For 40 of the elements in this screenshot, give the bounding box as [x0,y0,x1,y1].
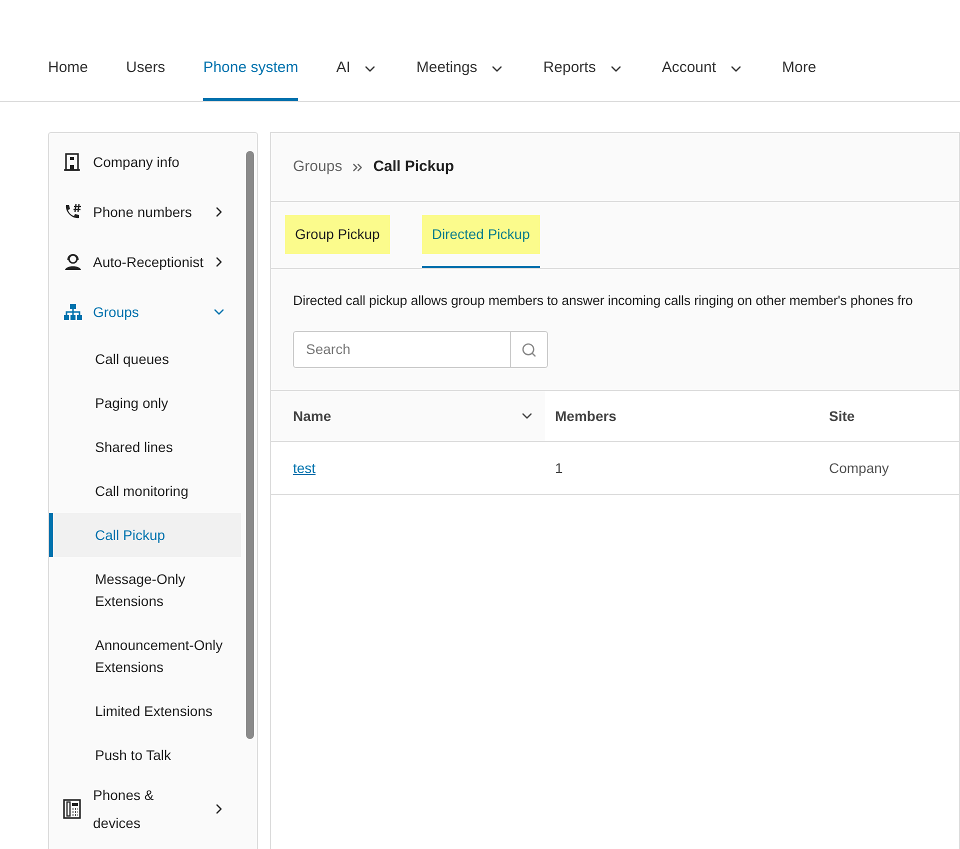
sidebar-subitem[interactable]: Limited Extensions [49,689,241,733]
nav-tab[interactable]: AI [336,36,378,101]
sidebar-subitem[interactable]: Push to Talk [49,733,241,777]
column-header[interactable]: Name [271,391,545,442]
nav-tab[interactable]: Home [48,36,88,101]
sidebar-subitem[interactable]: Announcement-Only Extensions [49,623,241,689]
phone-icon [63,203,83,221]
nav-tab[interactable]: Users [126,36,166,101]
breadcrumb-current: Call Pickup [373,156,454,177]
sidebar-subitem[interactable]: Call Pickup [49,513,241,557]
table-cell-text: Company [829,458,889,478]
table-cell-text: 1 [555,458,563,478]
column-header[interactable]: Site [819,391,959,442]
group-link[interactable]: test [293,458,316,479]
nav-tab[interactable]: Meetings [416,36,506,101]
nav-tab[interactable]: Account [662,36,744,101]
search-icon [521,342,537,358]
sidebar-subitem[interactable]: Shared lines [49,425,241,469]
nav-tab[interactable]: Phone system [203,36,298,101]
nav-tab[interactable]: Reports [543,36,624,101]
nav-tab[interactable]: More [782,36,816,101]
sidebar-subitem[interactable]: Call queues [49,337,241,381]
sidebar-subitem[interactable]: Paging only [49,381,241,425]
scrollbar[interactable] [246,151,254,739]
sidebar-subitem[interactable]: Call monitoring [49,469,241,513]
search-button[interactable] [511,331,548,368]
search-field[interactable]: Search [293,331,511,368]
sidebar-item[interactable]: Auto-Receptionist [49,237,241,287]
building-icon [63,153,81,171]
column-header[interactable]: Members [545,391,819,442]
sidebar-item[interactable]: Groups [49,287,241,337]
sidebar-item[interactable]: Phones & devices [49,777,241,841]
desk-phone-icon [63,799,81,819]
headset-person-icon [63,253,83,271]
breadcrumb-link[interactable]: Groups [293,156,342,178]
sidebar-item[interactable]: Phone numbers [49,187,241,237]
sidebar-item[interactable]: Company info [49,137,241,187]
hierarchy-icon [63,303,83,321]
description-text: Directed call pickup allows group members to answer incoming calls ringing on other member's phones fro [292,292,914,310]
sidebar-subitem[interactable]: Message-Only Extensions [49,557,241,623]
